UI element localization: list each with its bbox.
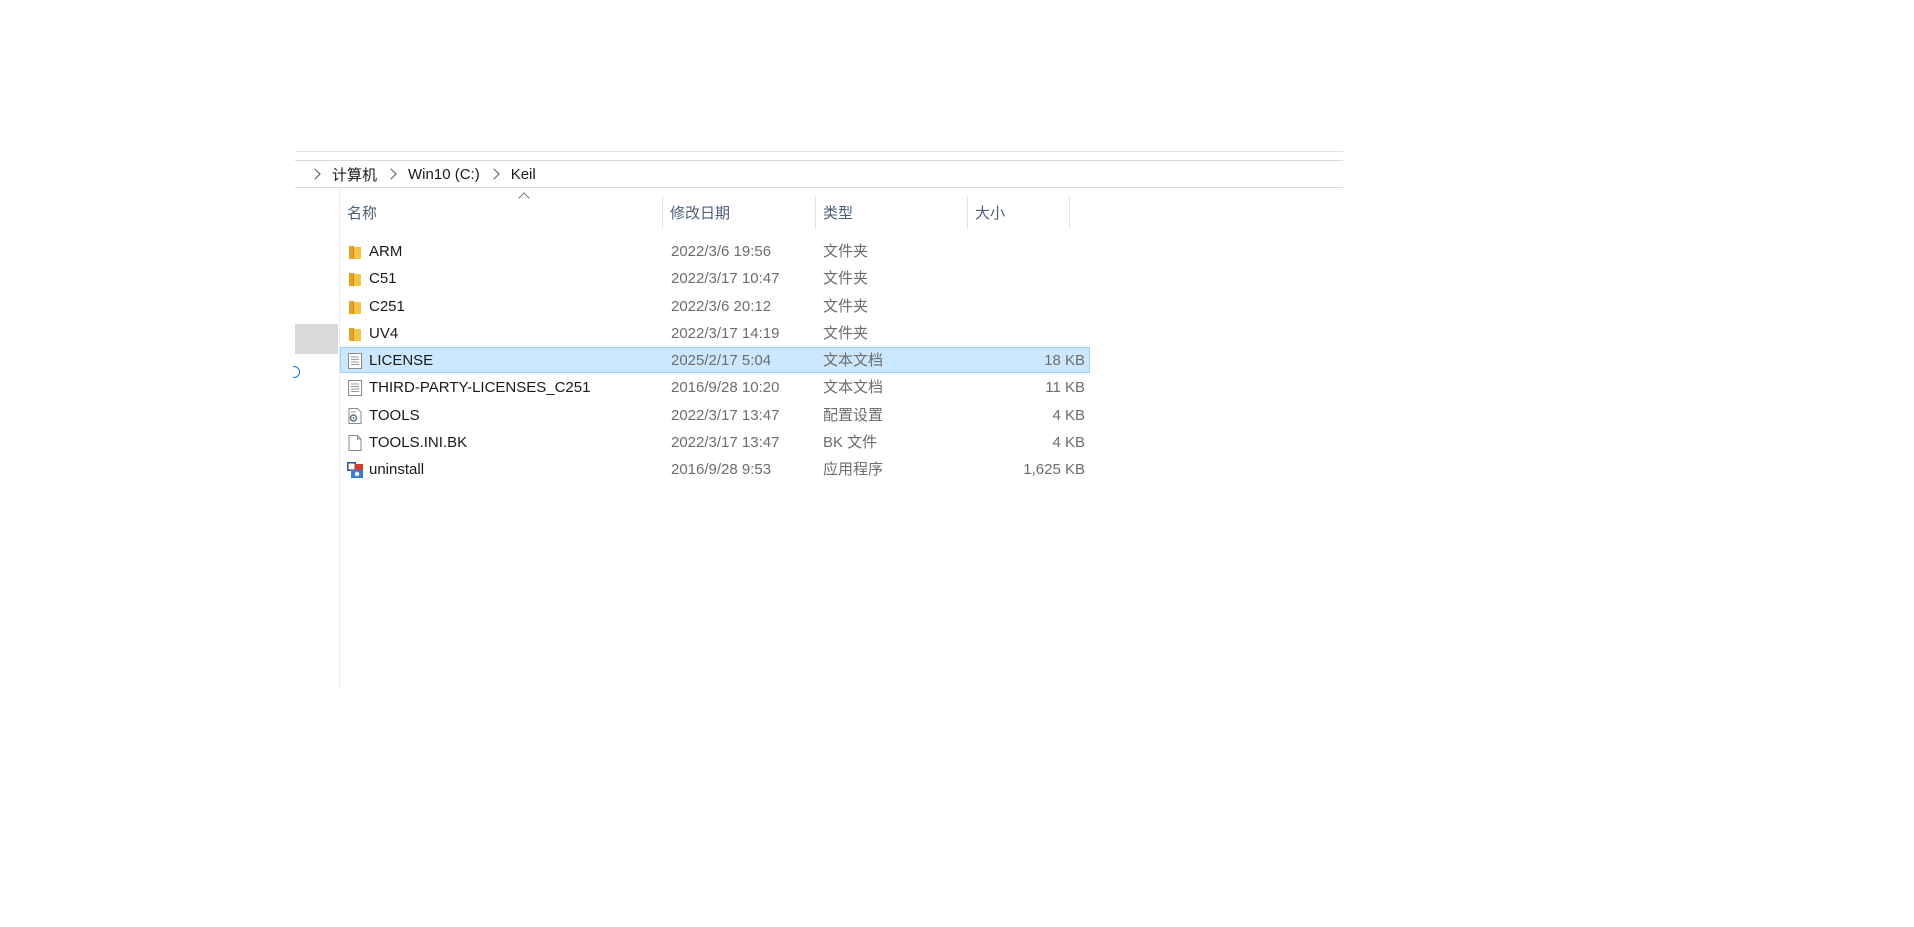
file-rows: ARM 2022/3/6 19:56 文件夹 C51 2022/3/17 10:47 文件… [340, 238, 1090, 484]
file-row[interactable]: C51 2022/3/17 10:47 文件夹 [340, 265, 1090, 291]
file-type: 文本文档 [823, 379, 884, 397]
file-row[interactable]: C251 2022/3/6 20:12 文件夹 [340, 293, 1090, 319]
breadcrumb-drive[interactable]: Win10 (C:) [408, 166, 480, 183]
folder-icon [346, 243, 364, 261]
file-name: C251 [369, 297, 405, 315]
file-modified-date: 2022/3/17 10:47 [671, 270, 780, 288]
column-header-type[interactable]: 类型 [816, 196, 967, 229]
file-row[interactable]: LICENSE 2025/2/17 5:04 文本文档 18 KB [340, 347, 1090, 374]
text-file-icon [346, 352, 364, 370]
file-explorer-window: 计算机 Win10 (C:) Keil 名称 修改日期 类型 大小 ARM 20… [293, 151, 1343, 687]
file-modified-date: 2016/9/28 10:20 [671, 379, 780, 397]
column-header-name-label: 名称 [347, 205, 378, 222]
navigation-pane[interactable] [293, 187, 340, 687]
chevron-right-icon[interactable] [309, 168, 321, 180]
file-row[interactable]: TOOLS.INI.BK 2022/3/17 13:47 BK 文件 4 KB [340, 429, 1090, 455]
file-size: 1,625 KB [1023, 461, 1085, 479]
file-size: 11 KB [1045, 379, 1085, 397]
chevron-right-icon[interactable] [488, 168, 500, 180]
column-header-size-label: 大小 [975, 205, 1006, 222]
file-modified-date: 2022/3/17 14:19 [671, 324, 780, 342]
application-icon [346, 461, 364, 479]
breadcrumb-computer[interactable]: 计算机 [332, 164, 377, 185]
file-row[interactable]: TOOLS 2022/3/17 13:47 配置设置 4 KB [340, 402, 1090, 428]
file-modified-date: 2022/3/17 13:47 [671, 434, 780, 452]
file-type: 配置设置 [823, 406, 884, 424]
column-headers: 名称 修改日期 类型 大小 [340, 192, 1090, 229]
folder-icon [346, 298, 364, 316]
file-list-view[interactable]: 名称 修改日期 类型 大小 ARM 2022/3/6 19:56 文件夹 C51 202… [340, 187, 1343, 687]
column-header-type-label: 类型 [823, 205, 854, 222]
file-type: 文件夹 [823, 324, 869, 342]
file-type: BK 文件 [823, 434, 878, 452]
settings-file-icon [346, 407, 364, 425]
address-bar[interactable]: 计算机 Win10 (C:) Keil [295, 160, 1343, 188]
column-header-name[interactable]: 名称 [340, 192, 662, 229]
text-file-icon [346, 379, 364, 397]
file-size: 4 KB [1052, 434, 1085, 452]
breadcrumb-keil[interactable]: Keil [511, 166, 536, 183]
file-type: 文件夹 [823, 270, 869, 288]
file-row[interactable]: uninstall 2016/9/28 9:53 应用程序 1,625 KB [340, 456, 1090, 482]
nav-item-selected[interactable] [295, 324, 338, 354]
file-name: UV4 [369, 324, 399, 342]
column-header-modified-label: 修改日期 [670, 205, 731, 222]
blank-file-icon [346, 434, 364, 452]
file-type: 文本文档 [823, 352, 884, 370]
column-divider[interactable] [1069, 196, 1070, 229]
file-name: THIRD-PARTY-LICENSES_C251 [369, 379, 591, 397]
file-name: TOOLS.INI.BK [369, 434, 468, 452]
ribbon-divider [295, 151, 1343, 152]
file-name: uninstall [369, 461, 425, 479]
file-type: 应用程序 [823, 461, 884, 479]
file-modified-date: 2016/9/28 9:53 [671, 461, 772, 479]
column-header-modified[interactable]: 修改日期 [663, 196, 815, 229]
file-size: 18 KB [1044, 352, 1085, 370]
file-row[interactable]: ARM 2022/3/6 19:56 文件夹 [340, 238, 1090, 264]
sort-ascending-icon [518, 192, 530, 204]
file-modified-date: 2022/3/17 13:47 [671, 406, 780, 424]
file-name: LICENSE [369, 352, 434, 370]
column-header-size[interactable]: 大小 [968, 196, 1069, 229]
nav-item-icon [293, 366, 300, 378]
chevron-right-icon[interactable] [385, 168, 397, 180]
file-size: 4 KB [1052, 406, 1085, 424]
file-modified-date: 2022/3/6 20:12 [671, 297, 772, 315]
folder-icon [346, 270, 364, 288]
file-type: 文件夹 [823, 243, 869, 260]
file-row[interactable]: THIRD-PARTY-LICENSES_C251 2016/9/28 10:20… [340, 374, 1090, 400]
file-row[interactable]: UV4 2022/3/17 14:19 文件夹 [340, 320, 1090, 346]
file-modified-date: 2022/3/6 19:56 [671, 243, 772, 260]
file-modified-date: 2025/2/17 5:04 [671, 352, 772, 370]
file-name: ARM [369, 243, 403, 260]
file-name: C51 [369, 270, 397, 288]
file-name: TOOLS [369, 406, 420, 424]
folder-icon [346, 325, 364, 343]
file-type: 文件夹 [823, 297, 869, 315]
